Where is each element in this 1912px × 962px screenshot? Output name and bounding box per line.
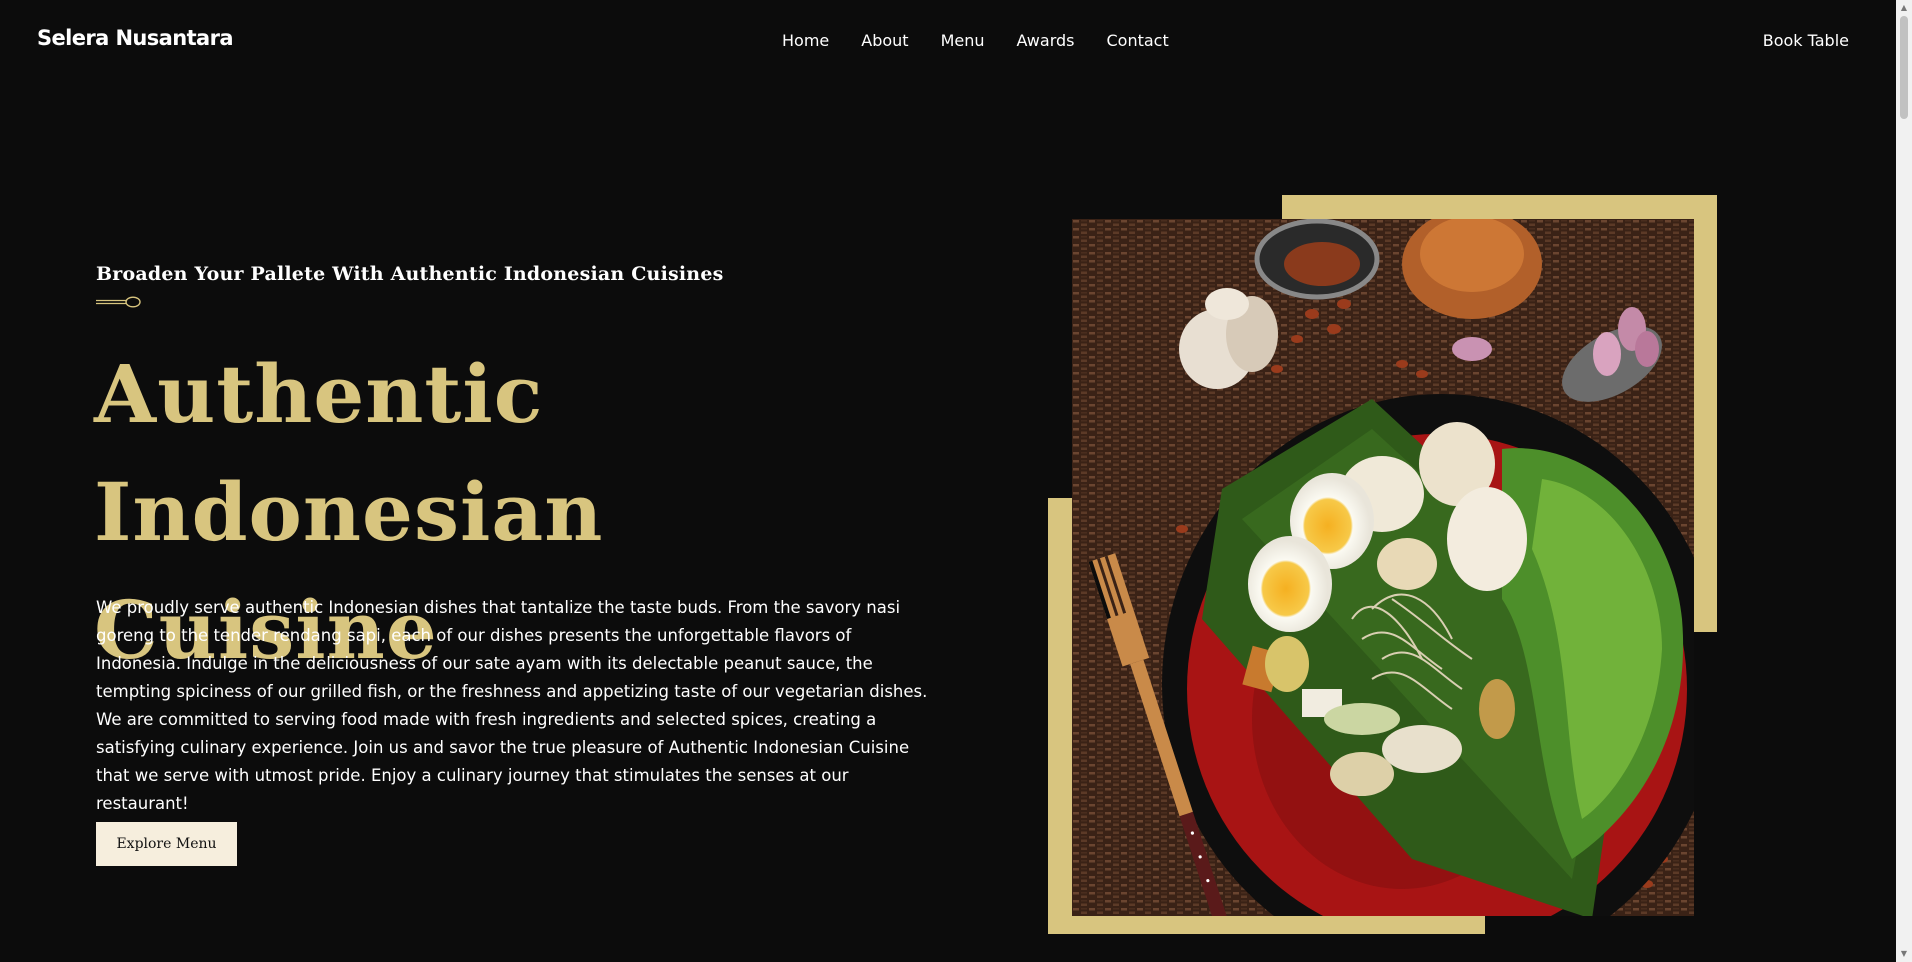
- hero-description: We proudly serve authentic Indonesian di…: [96, 598, 928, 813]
- nav-link-awards[interactable]: Awards: [1017, 31, 1075, 50]
- chevron-down-icon[interactable]: ▼: [1896, 946, 1912, 962]
- scrollbar[interactable]: ▲ ▼: [1896, 0, 1912, 962]
- explore-menu-button[interactable]: Explore Menu: [96, 822, 237, 866]
- navbar: Selera Nusantara Home About Menu Awards …: [0, 0, 1896, 84]
- brand-logo[interactable]: Selera Nusantara: [37, 26, 234, 50]
- nav-link-contact[interactable]: Contact: [1106, 31, 1168, 50]
- scrollbar-thumb[interactable]: [1900, 16, 1908, 119]
- nav-link-home[interactable]: Home: [782, 31, 829, 50]
- chevron-up-icon[interactable]: ▲: [1896, 0, 1912, 16]
- food-photo: [1072, 219, 1694, 916]
- nav-link-about[interactable]: About: [861, 31, 908, 50]
- hero-headline-line-1: Authentic Indonesian: [94, 347, 604, 559]
- nav-link-menu[interactable]: Menu: [941, 31, 985, 50]
- spoon-icon: [96, 296, 141, 308]
- hero-subtitle: Broaden Your Pallete With Authentic Indo…: [96, 263, 724, 285]
- gado-gado-illustration: [1072, 219, 1694, 916]
- book-table-button[interactable]: Book Table: [1763, 31, 1849, 50]
- nav-links: Home About Menu Awards Contact: [782, 31, 1169, 50]
- page: Selera Nusantara Home About Menu Awards …: [0, 0, 1912, 962]
